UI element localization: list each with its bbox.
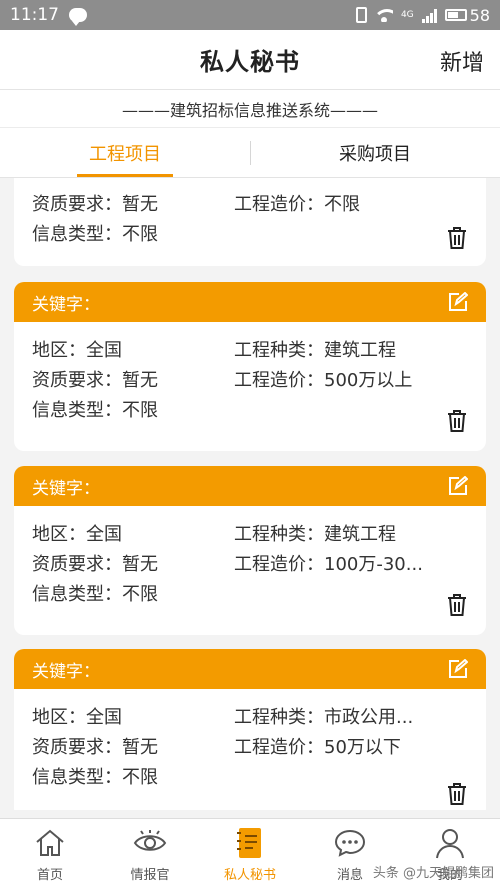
trash-icon[interactable] [446,409,468,433]
qualification-text: 资质要求：暂无 [32,554,158,575]
cost-text: 工程造价：不限 [234,194,360,215]
edit-icon[interactable] [448,659,468,679]
keyword-label: 关键字： [32,478,100,499]
system-subtitle: ———建筑招标信息推送系统——— [0,90,500,128]
keyword-label: 关键字： [32,661,100,682]
status-time: 11:17 [10,5,59,25]
card-header: 关键字： [14,649,486,689]
nav-home[interactable]: 首页 [0,819,100,889]
project-type-text: 工程种类：建筑工程 [234,340,396,361]
notebook-icon [233,826,267,860]
keyword-label: 关键字： [32,294,100,315]
nav-label: 私人秘书 [223,867,276,883]
tab-procurement-projects[interactable]: 采购项目 [250,128,500,177]
cost-text: 工程造价：50万以下 [234,737,401,758]
region-text: 地区：全国 [32,524,122,545]
qualification-text: 资质要求：暂无 [32,737,158,758]
cost-text: 工程造价：100万-30... [234,554,423,575]
sim-icon [355,7,367,23]
battery-indicator: 58 [444,5,490,25]
region-text: 地区：全国 [32,707,122,728]
subscription-card: 关键字： 地区：全国 工程种类：市政公用... 资质要求：暂无 工程造价：50万… [14,649,486,810]
signal-icon [421,8,437,23]
nav-intelligence[interactable]: 情报官 [100,819,200,889]
home-icon [33,826,67,860]
nav-private-secretary[interactable]: 私人秘书 [200,819,300,889]
page-title: 私人秘书 [200,48,300,76]
subscription-list: 地区：全国 资质要求：暂无 工程造价：不限 信息类型：不限 关键字： 地区：全国… [0,178,500,810]
cost-text: 工程造价：500万以上 [234,370,413,391]
card-header: 关键字： [14,282,486,322]
subscription-card: 关键字： 地区：全国 工程种类：建筑工程 资质要求：暂无 工程造价：500万以上… [14,282,486,451]
app-header: 私人秘书 新增 [0,30,500,90]
person-icon [433,826,467,860]
trash-icon[interactable] [446,593,468,617]
info-type-text: 信息类型：不限 [32,767,158,788]
subscription-card: 地区：全国 资质要求：暂无 工程造价：不限 信息类型：不限 [14,178,486,266]
qualification-text: 资质要求：暂无 [32,370,158,391]
project-type-text: 工程种类：建筑工程 [234,524,396,545]
bottom-nav: 首页 情报官 私人秘书 消息 我的 头条 @九天鲲鹏集团 [0,818,500,889]
region-text: 地区：全国 [32,340,122,361]
info-type-text: 信息类型：不限 [32,584,158,605]
message-icon [333,826,367,860]
card-header: 关键字： [14,466,486,506]
battery-level: 58 [469,5,490,25]
nav-label: 消息 [336,867,363,883]
battery-icon [444,9,467,21]
tab-engineering-projects[interactable]: 工程项目 [0,128,250,177]
info-type-text: 信息类型：不限 [32,224,158,245]
chat-notification-icon [69,8,87,26]
add-button[interactable]: 新增 [440,45,484,77]
eye-icon [133,826,167,860]
subscription-card: 关键字： 地区：全国 工程种类：建筑工程 资质要求：暂无 工程造价：100万-3… [14,466,486,635]
network-type: 4G [400,10,414,20]
wifi-icon [374,8,393,22]
nav-label: 首页 [36,867,63,883]
qualification-text: 资质要求：暂无 [32,194,158,215]
nav-label: 情报官 [130,867,170,883]
project-tabs: 工程项目 采购项目 [0,128,500,178]
trash-icon[interactable] [446,226,468,250]
info-type-text: 信息类型：不限 [32,400,158,421]
project-type-text: 工程种类：市政公用... [234,707,414,728]
trash-icon[interactable] [446,782,468,806]
edit-icon[interactable] [448,292,468,312]
watermark: 头条 @九天鲲鹏集团 [372,866,494,881]
status-bar: 11:17 4G 58 [0,0,500,30]
edit-icon[interactable] [448,476,468,496]
